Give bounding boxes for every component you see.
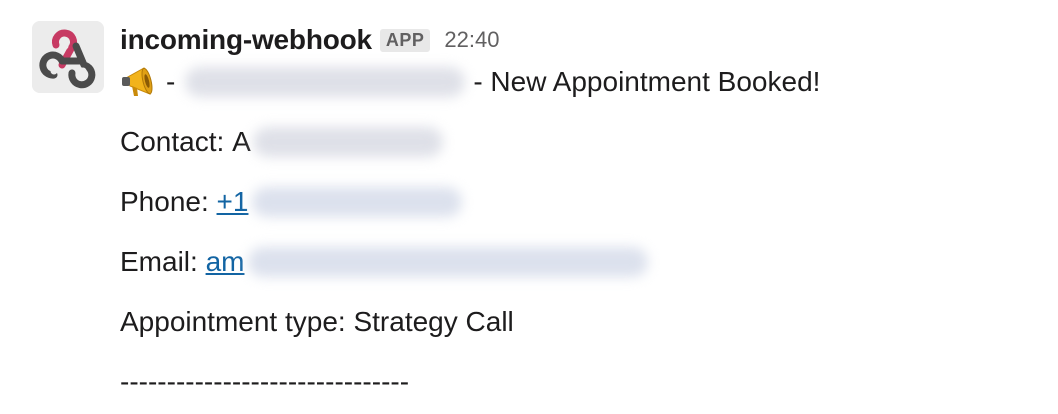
redacted-name xyxy=(185,67,466,97)
phone-line: Phone: +1 xyxy=(120,184,463,220)
title-prefix: - xyxy=(166,66,176,97)
contact-value: A xyxy=(232,126,251,157)
timestamp[interactable]: 22:40 xyxy=(444,27,499,53)
email-line: Email: am xyxy=(120,244,649,280)
megaphone-icon xyxy=(120,64,160,100)
message-title-line: - - New Appointment Booked! xyxy=(120,64,820,100)
redacted-phone xyxy=(252,187,463,217)
redacted-email xyxy=(248,247,649,277)
divider-text: ------------------------------- xyxy=(120,366,410,397)
message: incoming-webhook APP 22:40 - - New Appoi… xyxy=(0,0,1058,414)
appointment-line: Appointment type: Strategy Call xyxy=(120,304,514,340)
redacted-contact xyxy=(252,127,443,157)
title-text: - New Appointment Booked! xyxy=(473,66,821,97)
sender-name[interactable]: incoming-webhook xyxy=(120,24,372,56)
contact-line: Contact: A xyxy=(120,124,443,160)
phone-link[interactable]: +1 xyxy=(217,186,249,218)
avatar[interactable] xyxy=(32,21,104,93)
appointment-text: Appointment type: Strategy Call xyxy=(120,306,514,337)
app-badge: APP xyxy=(379,28,431,52)
email-label: Email: xyxy=(120,246,198,277)
message-header: incoming-webhook APP 22:40 xyxy=(120,22,499,58)
webhook-icon xyxy=(32,21,104,93)
email-link[interactable]: am xyxy=(206,246,245,278)
phone-label: Phone: xyxy=(120,186,209,217)
divider-line: ------------------------------- xyxy=(120,364,409,400)
contact-label: Contact: xyxy=(120,126,225,157)
